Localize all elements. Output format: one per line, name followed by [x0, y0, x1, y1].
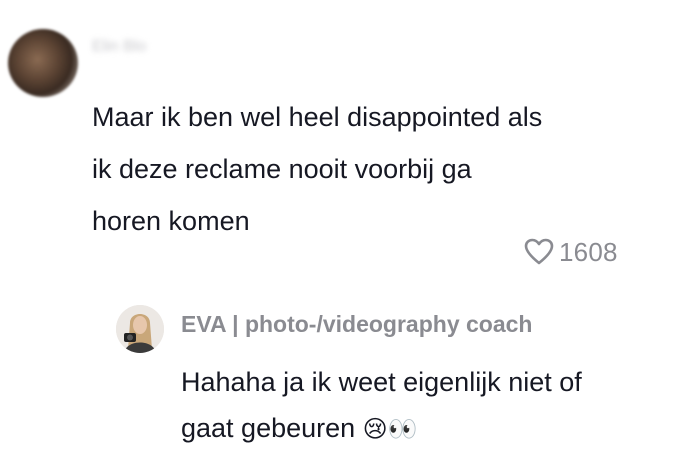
heart-outline-icon[interactable]: [524, 238, 554, 266]
comment-thread: Elin Blo Maar ik ben wel heel disappoint…: [0, 0, 676, 466]
commenter-username[interactable]: Elin Blo: [92, 38, 146, 56]
comment-text-line: Maar ik ben wel heel disappointed als: [92, 102, 543, 132]
comment-text-line: ik deze reclame nooit voorbij ga: [92, 154, 472, 184]
comment-text: Maar ik ben wel heel disappointed als ik…: [92, 91, 652, 247]
reply-text-line: gaat gebeuren 😢👀: [181, 405, 661, 452]
crying-eyes-emoji: 😢👀: [362, 415, 418, 443]
like-button[interactable]: 1608: [524, 236, 618, 268]
reply-text-segment: gaat gebeuren: [181, 413, 356, 443]
reply-author-name[interactable]: EVA | photo-/videography coach: [181, 311, 532, 338]
like-count: 1608: [559, 236, 618, 267]
reply-text: Hahaha ja ik weet eigenlijk niet of gaat…: [181, 359, 661, 452]
reply-author-avatar[interactable]: [116, 305, 164, 353]
reply-text-line: Hahaha ja ik weet eigenlijk niet of: [181, 367, 582, 397]
commenter-avatar[interactable]: [8, 29, 78, 97]
